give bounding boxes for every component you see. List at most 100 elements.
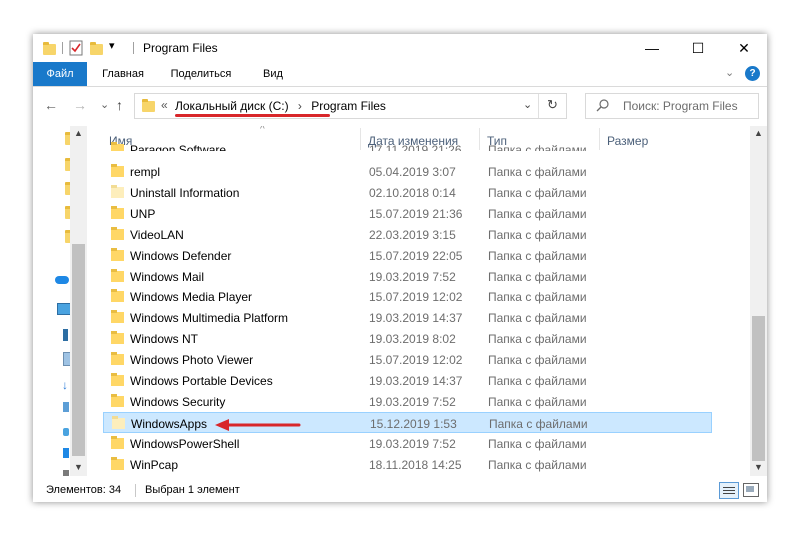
file-date: 18.11.2018 14:25 (369, 457, 462, 472)
maximize-button[interactable]: ☐ (675, 34, 721, 62)
customize-toolbar-icon[interactable]: ▾ (109, 39, 115, 52)
file-list-scrollbar[interactable]: ▲ ▼ (750, 126, 767, 476)
file-type: Папка с файлами (488, 374, 587, 388)
table-row[interactable]: WindowsPowerShell 19.03.2019 7:52 Папка с … (103, 433, 712, 454)
file-name: Paragon Software (130, 143, 227, 157)
folder-icon (43, 42, 56, 55)
table-row[interactable]: Windows Mail 19.03.2019 7:52 Папка с файла… (103, 266, 712, 287)
music-icon[interactable] (63, 428, 69, 436)
file-date: 19.03.2019 7:52 (369, 269, 456, 284)
videos-icon[interactable] (63, 448, 69, 458)
tab-share[interactable]: Поделиться (163, 62, 239, 86)
scroll-up-icon[interactable]: ▲ (754, 128, 763, 138)
file-type: Папка с файлами (488, 269, 587, 284)
table-row[interactable]: Windows Security 19.03.2019 7:52 Папка с ф… (103, 391, 712, 412)
properties-icon[interactable] (69, 40, 83, 56)
breadcrumb-local-disk[interactable]: Локальный диск (C:) (175, 99, 289, 113)
search-box[interactable]: Поиск: Program Files (585, 93, 759, 119)
tab-file[interactable]: Файл (33, 62, 87, 86)
file-type: Папка с файлами (488, 457, 587, 472)
table-row[interactable]: WinPcap 18.11.2018 14:25 Папка с файлами (103, 454, 712, 475)
file-type: Папка с файлами (488, 206, 587, 221)
file-name: Uninstall Information (130, 185, 240, 200)
file-date: 19.03.2019 14:37 (369, 374, 463, 388)
title-bar: ▾ Program Files — ☐ ✕ (33, 34, 767, 62)
scroll-down-icon[interactable]: ▼ (74, 462, 83, 472)
file-name: VideoLAN (130, 227, 184, 242)
onedrive-icon[interactable] (55, 276, 69, 284)
file-date: 22.03.2019 3:15 (369, 227, 456, 242)
breadcrumb: Локальный диск (C:) › Program Files (175, 99, 386, 113)
table-row-selected[interactable]: WindowsApps 15.12.2019 1:53 Папка с файлам… (103, 411, 712, 433)
downloads-icon[interactable]: ↓ (62, 378, 68, 392)
divider (62, 42, 63, 54)
table-row[interactable]: VideoLAN 22.03.2019 3:15 Папка с файлами (103, 224, 712, 245)
scroll-up-icon[interactable]: ▲ (74, 128, 83, 138)
search-placeholder: Поиск: Program Files (623, 99, 738, 113)
folder-icon (142, 99, 155, 112)
table-row[interactable]: Uninstall Information 02.10.2018 0:14 Папк… (103, 182, 712, 203)
navigation-bar: ← → ⌄ ↑ « Локальный диск (C:) › Program … (33, 87, 767, 125)
table-row[interactable]: Windows Photo Viewer 15.07.2019 12:02 Папк… (103, 349, 712, 370)
overflow-chevron[interactable]: « (161, 98, 168, 112)
file-type: Папка с файлами (488, 143, 587, 157)
table-row[interactable]: UNP 15.07.2019 21:36 Папка с файлами (103, 203, 712, 224)
table-row[interactable]: Paragon Software 17.11.2019 21:26 Папка с … (103, 141, 712, 157)
large-icons-view-button[interactable] (743, 483, 759, 497)
divider (133, 42, 134, 54)
file-name: Windows NT (130, 332, 199, 347)
folder-icon (111, 247, 124, 261)
file-type: Папка с файлами (488, 394, 587, 409)
pictures-icon[interactable] (63, 402, 69, 412)
scroll-down-icon[interactable]: ▼ (754, 462, 763, 472)
search-icon (596, 99, 609, 112)
file-type: Папка с файлами (488, 436, 587, 451)
file-date: 02.10.2018 0:14 (369, 185, 456, 200)
file-date: 19.03.2019 7:52 (369, 436, 456, 451)
table-row[interactable]: Windows Media Player 15.07.2019 12:02 Папк… (103, 286, 712, 307)
folder-icon (111, 435, 124, 449)
file-date: 17.11.2019 21:26 (369, 143, 462, 157)
folder-icon (111, 268, 124, 282)
navigation-scrollbar[interactable]: ▲ ▼ (70, 126, 87, 476)
up-button[interactable]: ↑ (116, 97, 123, 113)
file-name: WinPcap (130, 457, 179, 472)
tab-view[interactable]: Вид (253, 62, 293, 86)
file-type: Папка с файлами (488, 290, 587, 305)
file-name: UNP (130, 206, 156, 221)
back-button[interactable]: ← (44, 97, 58, 113)
this-pc-icon[interactable] (57, 303, 71, 315)
table-row[interactable]: Windows NT 19.03.2019 8:02 Папка с файлами (103, 328, 712, 349)
refresh-button[interactable]: ↻ (547, 97, 558, 113)
tab-home[interactable]: Главная (95, 62, 151, 86)
breadcrumb-separator[interactable]: › (298, 99, 302, 113)
help-icon[interactable]: ? (745, 66, 760, 81)
file-type: Папка с файлами (488, 185, 587, 200)
desktop-icon[interactable] (63, 329, 68, 341)
table-row[interactable]: Windows Portable Devices 19.03.2019 14:37… (103, 370, 712, 391)
expand-ribbon-icon[interactable]: ⌄ (725, 66, 734, 79)
details-view-button[interactable] (719, 482, 739, 499)
forward-button[interactable]: → (73, 97, 87, 113)
minimize-button[interactable]: — (629, 34, 675, 62)
breadcrumb-program-files[interactable]: Program Files (311, 99, 386, 113)
table-row[interactable]: Windows Defender 15.07.2019 22:05 Папка с … (103, 245, 712, 266)
recent-locations-button[interactable]: ⌄ (100, 98, 109, 111)
new-folder-icon[interactable] (90, 42, 103, 55)
file-type: Папка с файлами (489, 416, 588, 431)
table-row[interactable]: Windows Multimedia Platform 19.03.2019 14… (103, 307, 712, 328)
folder-icon (111, 310, 124, 324)
folder-icon (111, 142, 124, 151)
close-button[interactable]: ✕ (721, 34, 767, 62)
file-name: Windows Portable Devices (130, 374, 273, 388)
file-date: 15.07.2019 12:02 (369, 353, 463, 368)
scrollbar-thumb[interactable] (752, 316, 765, 461)
address-dropdown-icon[interactable]: ⌄ (523, 98, 532, 111)
scrollbar-thumb[interactable] (72, 244, 85, 456)
file-date: 15.12.2019 1:53 (370, 416, 457, 431)
annotation-arrow (215, 419, 301, 431)
folder-icon (111, 289, 124, 303)
file-date: 19.03.2019 8:02 (369, 332, 456, 347)
table-row[interactable]: rempl 05.04.2019 3:07 Папка с файлами (103, 161, 712, 182)
drive-icon[interactable] (63, 470, 69, 476)
